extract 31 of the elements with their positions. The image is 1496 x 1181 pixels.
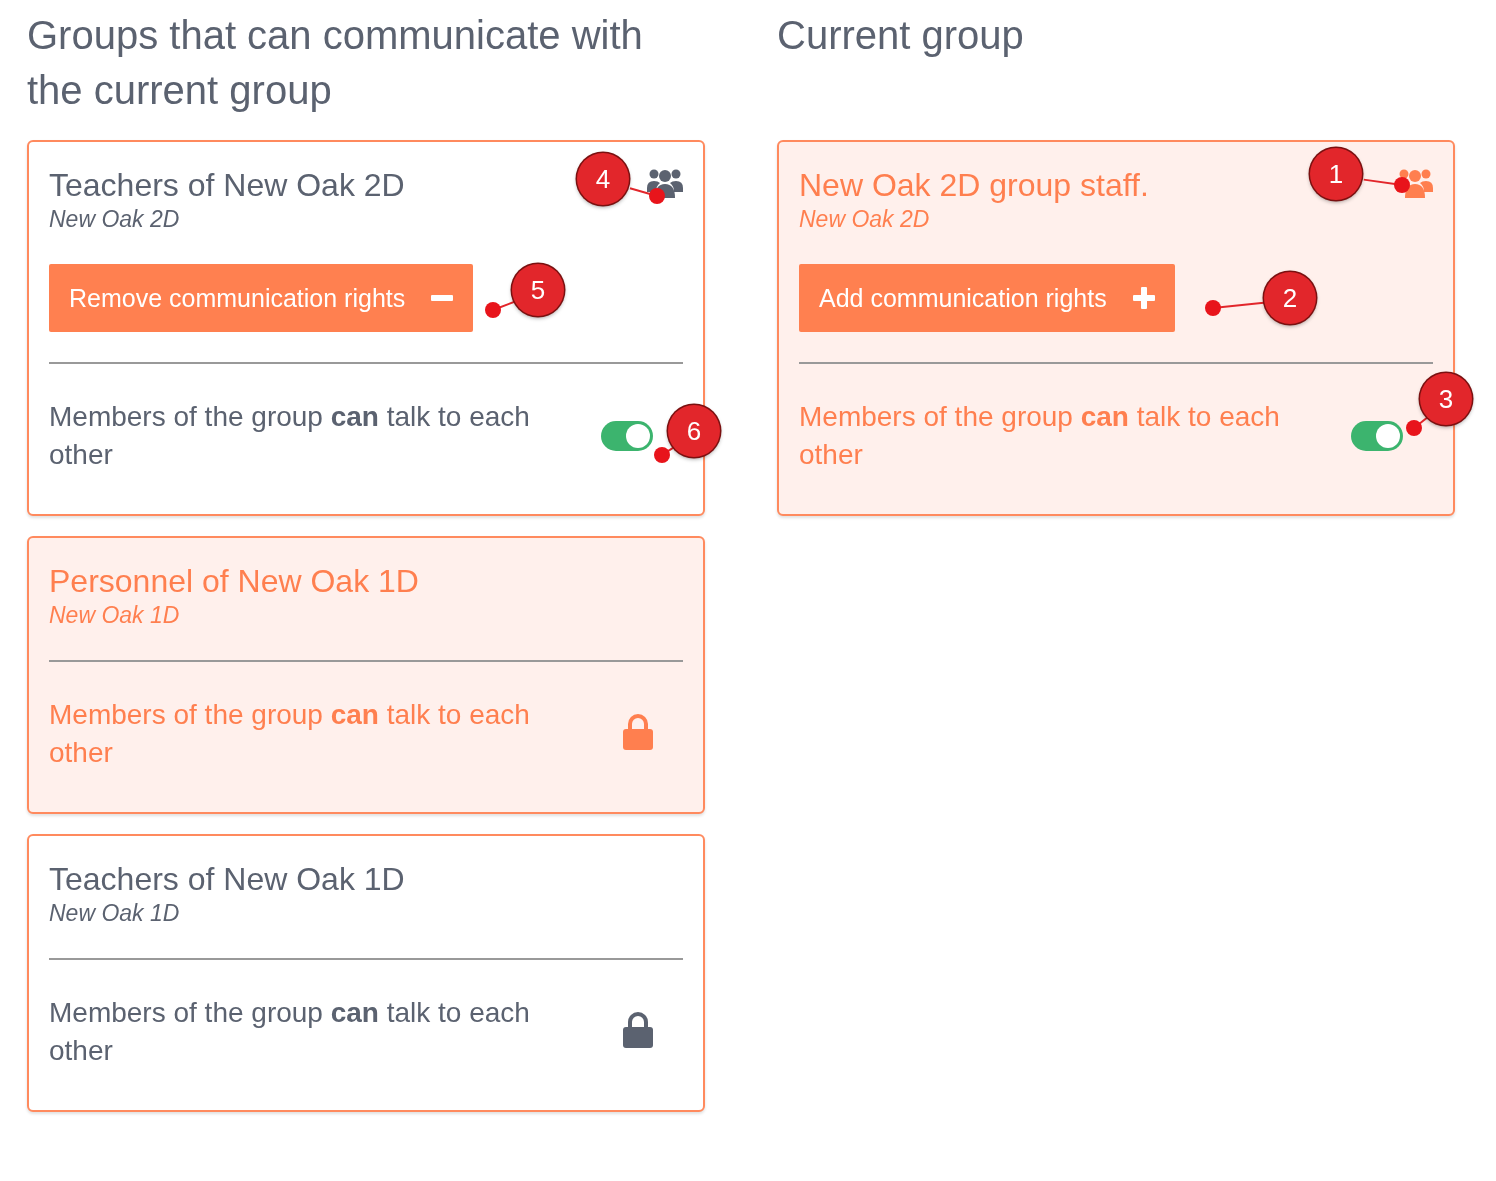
callout-number: 4 <box>577 153 629 205</box>
lock-icon <box>623 714 653 750</box>
permission-text: Members of the group can talk to each other <box>49 698 531 770</box>
group-title: Teachers of New Oak 2D <box>49 166 405 204</box>
remove-button[interactable]: Remove communication rights <box>49 264 474 332</box>
callout-number: 5 <box>512 264 564 316</box>
group-subtitle: New Oak 2D <box>799 205 931 234</box>
column-heading: Groups that can communicate with the current group <box>27 12 644 114</box>
group-title: New Oak 2D group staff. <box>799 166 1149 204</box>
lock-icon <box>623 1012 653 1048</box>
permission-text: Members of the group can talk to each other <box>49 400 531 472</box>
callout-number: 3 <box>1420 373 1472 425</box>
plus-icon <box>1132 287 1155 309</box>
minus-icon <box>431 295 454 301</box>
add-button[interactable]: Add communication rights <box>799 264 1175 332</box>
group-subtitle: New Oak 2D <box>49 205 181 234</box>
callout-number: 1 <box>1310 148 1362 200</box>
group-subtitle: New Oak 1D <box>49 601 181 630</box>
callout-number: 6 <box>668 405 720 457</box>
leader-line <box>1406 416 1429 436</box>
group-subtitle: New Oak 1D <box>49 899 181 928</box>
leader-line <box>1362 177 1410 193</box>
group-title: Teachers of New Oak 1D <box>49 860 405 898</box>
permission-text: Members of the group can talk to each other <box>799 400 1281 472</box>
leader-line <box>629 187 665 204</box>
group-title: Personnel of New Oak 1D <box>49 562 419 600</box>
permission-text: Members of the group can talk to each other <box>49 996 531 1068</box>
toggle-switch[interactable] <box>1351 421 1403 451</box>
toggle-switch[interactable] <box>601 421 653 451</box>
column-heading: Current group <box>777 12 1025 59</box>
callout-number: 2 <box>1264 272 1316 324</box>
